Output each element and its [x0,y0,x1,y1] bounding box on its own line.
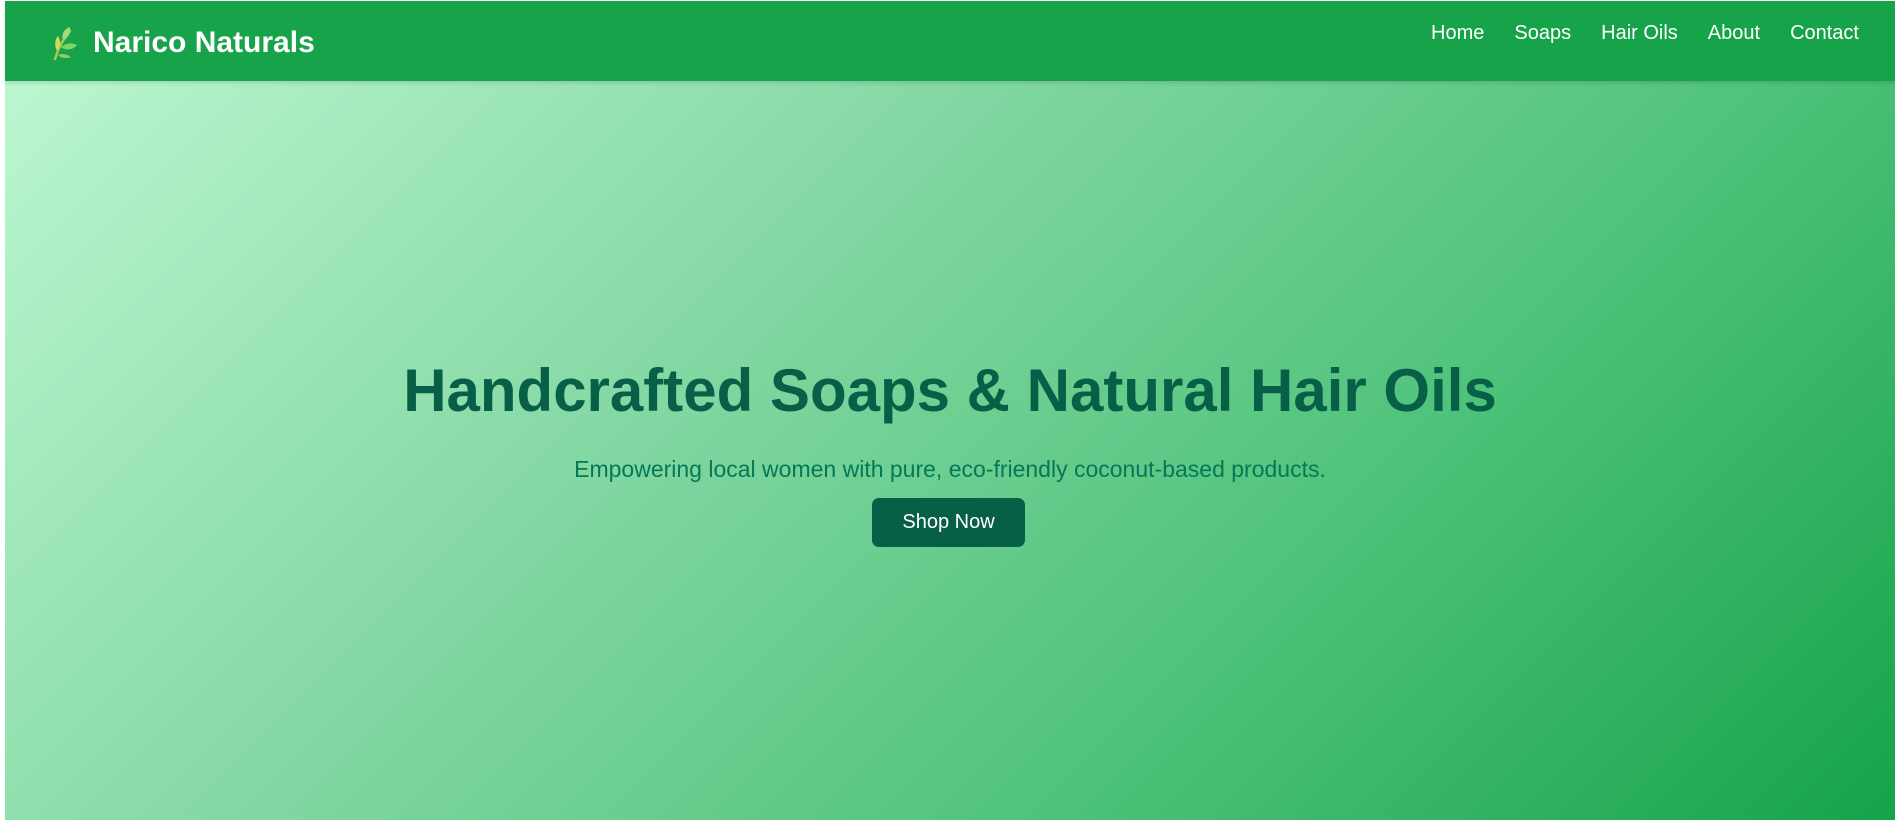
nav-link-hair-oils[interactable]: Hair Oils [1601,19,1678,47]
brand-logo[interactable]: Narico Naturals [49,23,315,63]
nav-link-about[interactable]: About [1708,19,1760,47]
main-nav: Home Soaps Hair Oils About Contact [1431,19,1859,47]
nav-link-contact[interactable]: Contact [1790,19,1859,47]
leaf-sprout-icon [49,26,79,61]
shop-now-button[interactable]: Shop Now [872,498,1025,547]
nav-link-soaps[interactable]: Soaps [1514,19,1571,47]
hero-subtitle: Empowering local women with pure, eco-fr… [574,456,1326,482]
hero-title: Handcrafted Soaps & Natural Hair Oils [403,357,1497,424]
navbar: Narico Naturals Home Soaps Hair Oils Abo… [5,1,1895,81]
nav-link-home[interactable]: Home [1431,19,1484,47]
brand-name: Narico Naturals [93,26,315,59]
page: Narico Naturals Home Soaps Hair Oils Abo… [5,1,1895,820]
hero-section: Handcrafted Soaps & Natural Hair Oils Em… [5,81,1895,820]
